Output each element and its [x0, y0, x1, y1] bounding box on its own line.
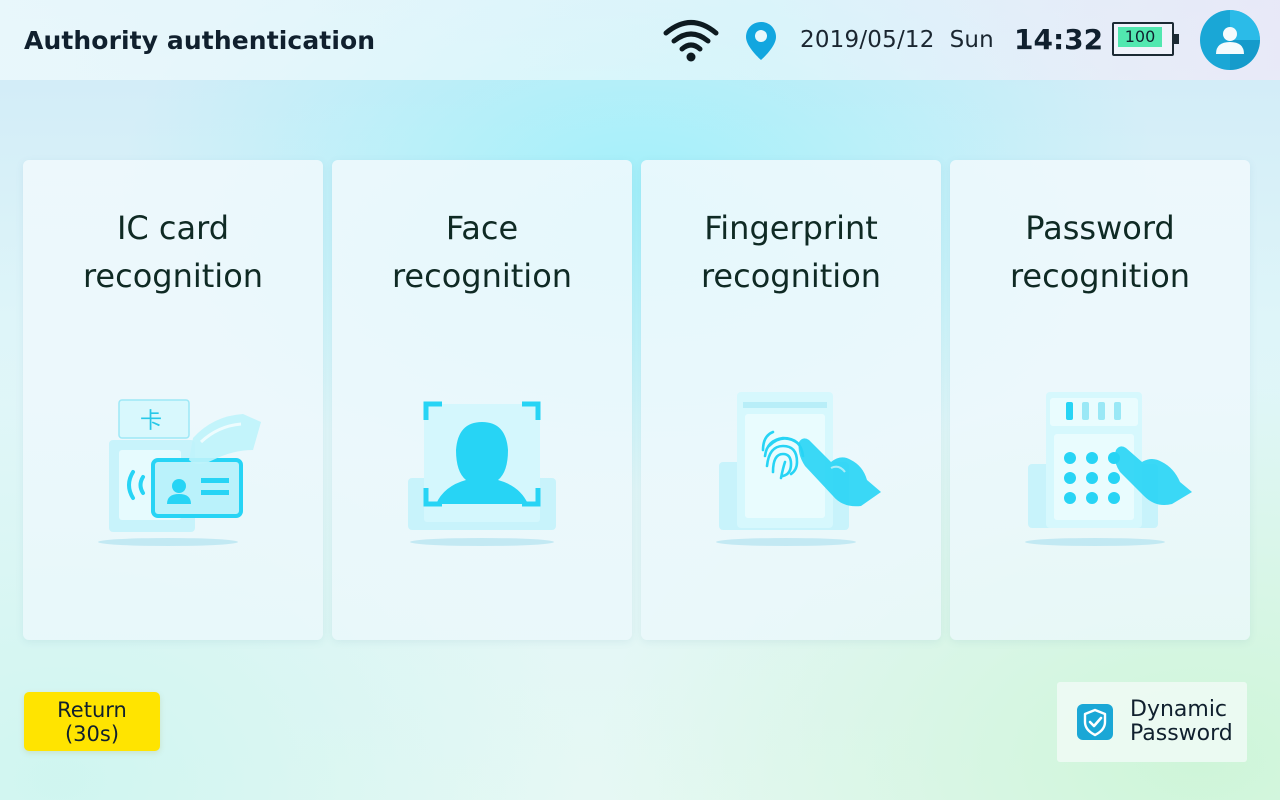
- dynamic-label-line2: Password: [1130, 721, 1233, 746]
- location-icon: [746, 22, 776, 60]
- dynamic-password-button[interactable]: Dynamic Password: [1057, 682, 1247, 762]
- shield-check-icon: [1077, 704, 1113, 740]
- card-glyph: 卡: [140, 409, 162, 434]
- battery-tip: [1174, 34, 1179, 44]
- card-title-line1: IC card: [116, 209, 230, 247]
- weekday-text: Sun: [949, 27, 994, 53]
- dynamic-label-line1: Dynamic: [1130, 697, 1228, 722]
- fingerprint-recognition-card[interactable]: Fingerprint recognition: [641, 160, 941, 640]
- card-title-line2: recognition: [700, 257, 882, 295]
- card-title: Face recognition: [332, 204, 632, 300]
- battery-level: 100: [1124, 27, 1156, 46]
- wifi-icon: [663, 20, 719, 62]
- card-title-line1: Fingerprint: [704, 209, 878, 247]
- return-countdown: (30s): [64, 722, 120, 746]
- return-button[interactable]: Return (30s): [24, 692, 160, 751]
- ic-card-recognition-card[interactable]: IC card recognition 卡: [23, 160, 323, 640]
- card-title-line2: recognition: [1009, 257, 1191, 295]
- card-title-line1: Password: [1025, 209, 1175, 247]
- card-title: IC card recognition: [23, 204, 323, 300]
- return-label: Return: [57, 698, 127, 722]
- date-text: 2019/05/12: [800, 27, 935, 53]
- date-display: 2019/05/12 Sun: [800, 25, 994, 55]
- face-icon: [408, 401, 556, 546]
- dynamic-password-label: Dynamic Password: [1130, 698, 1233, 746]
- card-title: Password recognition: [950, 204, 1250, 300]
- keypad-icon: [1025, 392, 1192, 546]
- card-title-line1: Face: [445, 209, 519, 247]
- card-title: Fingerprint recognition: [641, 204, 941, 300]
- user-avatar-icon[interactable]: [1200, 10, 1260, 70]
- card-title-line2: recognition: [391, 257, 573, 295]
- time-display: 14:32: [1014, 23, 1104, 56]
- face-recognition-card[interactable]: Face recognition: [332, 160, 632, 640]
- ic-card-icon: 卡: [98, 399, 261, 546]
- card-title-line2: recognition: [82, 257, 264, 295]
- password-recognition-card[interactable]: Password recognition: [950, 160, 1250, 640]
- page-title: Authority authentication: [24, 26, 376, 55]
- fingerprint-icon: [716, 392, 881, 546]
- avatar-graphic: [1216, 10, 1260, 70]
- top-bar: Authority authentication 2019/05/12 Sun …: [0, 0, 1280, 80]
